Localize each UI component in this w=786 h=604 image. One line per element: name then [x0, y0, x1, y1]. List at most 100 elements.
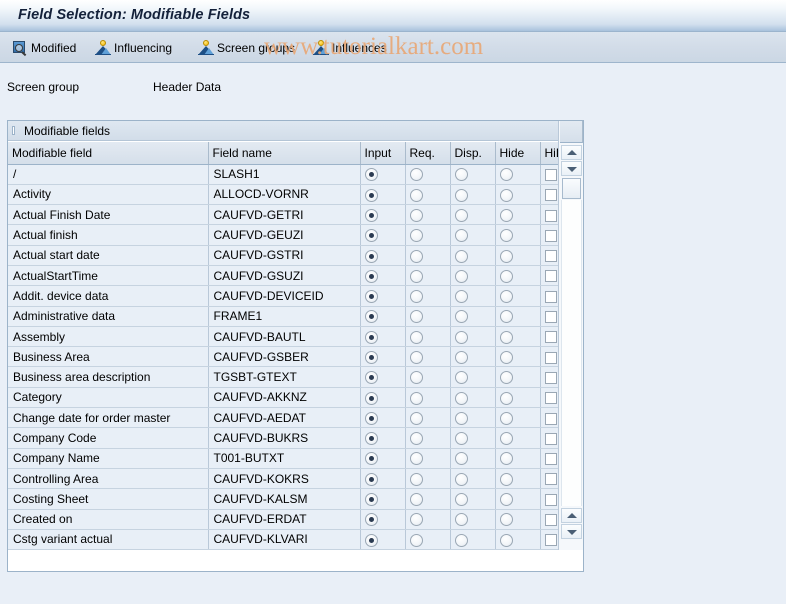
cell-req[interactable]	[405, 265, 451, 287]
cell-disp[interactable]	[450, 224, 496, 246]
radio-hide[interactable]	[499, 269, 513, 283]
table-row[interactable]: ActualStartTime CAUFVD-GSUZI	[8, 265, 579, 287]
table-row[interactable]: Controlling Area CAUFVD-KOKRS	[8, 468, 579, 490]
cell-disp[interactable]	[450, 427, 496, 449]
cell-hide[interactable]	[495, 245, 541, 266]
cell-disp[interactable]	[450, 306, 496, 327]
radio-hide[interactable]	[499, 452, 513, 466]
column-header-req[interactable]: Req.	[405, 142, 451, 165]
checkbox-hili[interactable]	[544, 168, 557, 181]
scroll-page-up-icon[interactable]	[561, 508, 582, 523]
radio-req[interactable]	[409, 208, 423, 222]
table-row[interactable]: Administrative data FRAME1	[8, 306, 579, 327]
checkbox-hili[interactable]	[544, 514, 557, 527]
cell-req[interactable]	[405, 387, 451, 409]
table-row[interactable]: Category CAUFVD-AKKNZ	[8, 387, 579, 409]
checkbox-hili[interactable]	[544, 453, 557, 466]
cell-req[interactable]	[405, 164, 451, 185]
cell-input[interactable]	[360, 346, 406, 368]
radio-disp[interactable]	[454, 411, 468, 425]
radio-input[interactable]	[364, 472, 378, 486]
cell-req[interactable]	[405, 529, 451, 551]
radio-req[interactable]	[409, 432, 423, 446]
cell-hide[interactable]	[495, 285, 541, 307]
cell-input[interactable]	[360, 265, 406, 287]
cell-req[interactable]	[405, 407, 451, 429]
cell-input[interactable]	[360, 224, 406, 246]
radio-req[interactable]	[409, 330, 423, 344]
radio-input[interactable]	[364, 188, 378, 202]
cell-input[interactable]	[360, 407, 406, 429]
cell-hide[interactable]	[495, 407, 541, 429]
cell-input[interactable]	[360, 529, 406, 551]
column-header-modifiable-field[interactable]: Modifiable field	[8, 142, 209, 165]
table-row[interactable]: Business area description TGSBT-GTEXT	[8, 366, 579, 388]
cell-disp[interactable]	[450, 265, 496, 287]
table-row[interactable]: Addit. device data CAUFVD-DEVICEID	[8, 285, 579, 307]
radio-input[interactable]	[364, 208, 378, 222]
radio-req[interactable]	[409, 533, 423, 547]
cell-disp[interactable]	[450, 448, 496, 469]
table-row[interactable]: Cstg variant actual CAUFVD-KLVARI	[8, 529, 579, 551]
cell-disp[interactable]	[450, 245, 496, 266]
scroll-up-icon[interactable]	[561, 145, 582, 160]
radio-req[interactable]	[409, 188, 423, 202]
cell-disp[interactable]	[450, 407, 496, 429]
radio-disp[interactable]	[454, 168, 468, 182]
radio-hide[interactable]	[499, 391, 513, 405]
table-row[interactable]: Business Area CAUFVD-GSBER	[8, 346, 579, 368]
cell-input[interactable]	[360, 387, 406, 409]
checkbox-hili[interactable]	[544, 331, 557, 344]
scroll-down-icon[interactable]	[561, 161, 582, 176]
radio-req[interactable]	[409, 452, 423, 466]
table-row[interactable]: Actual start date CAUFVD-GSTRI	[8, 245, 579, 266]
radio-hide[interactable]	[499, 229, 513, 243]
radio-req[interactable]	[409, 411, 423, 425]
radio-input[interactable]	[364, 493, 378, 507]
scrollbar-thumb[interactable]	[562, 178, 581, 199]
toolbar-button-screen-groups[interactable]: Screen groups	[196, 37, 297, 58]
table-row[interactable]: Actual finish CAUFVD-GEUZI	[8, 224, 579, 246]
cell-req[interactable]	[405, 509, 451, 530]
radio-input[interactable]	[364, 533, 378, 547]
radio-disp[interactable]	[454, 493, 468, 507]
radio-req[interactable]	[409, 350, 423, 364]
vertical-scrollbar[interactable]	[558, 121, 583, 550]
radio-disp[interactable]	[454, 208, 468, 222]
radio-input[interactable]	[364, 391, 378, 405]
radio-hide[interactable]	[499, 472, 513, 486]
cell-hide[interactable]	[495, 306, 541, 327]
cell-input[interactable]	[360, 204, 406, 226]
radio-disp[interactable]	[454, 249, 468, 263]
cell-disp[interactable]	[450, 529, 496, 551]
cell-disp[interactable]	[450, 204, 496, 226]
radio-hide[interactable]	[499, 208, 513, 222]
cell-req[interactable]	[405, 488, 451, 510]
radio-disp[interactable]	[454, 472, 468, 486]
cell-hide[interactable]	[495, 326, 541, 348]
radio-input[interactable]	[364, 229, 378, 243]
table-row[interactable]: Company Name T001-BUTXT	[8, 448, 579, 469]
checkbox-hili[interactable]	[544, 229, 557, 242]
cell-req[interactable]	[405, 224, 451, 246]
radio-input[interactable]	[364, 168, 378, 182]
radio-req[interactable]	[409, 371, 423, 385]
cell-disp[interactable]	[450, 387, 496, 409]
checkbox-hili[interactable]	[544, 432, 557, 445]
cell-input[interactable]	[360, 488, 406, 510]
cell-input[interactable]	[360, 245, 406, 266]
radio-disp[interactable]	[454, 188, 468, 202]
radio-req[interactable]	[409, 391, 423, 405]
column-header-disp[interactable]: Disp.	[450, 142, 496, 165]
radio-hide[interactable]	[499, 350, 513, 364]
cell-req[interactable]	[405, 448, 451, 469]
scrollbar-track[interactable]	[561, 200, 582, 506]
checkbox-hili[interactable]	[544, 493, 557, 506]
radio-input[interactable]	[364, 290, 378, 304]
column-header-hide[interactable]: Hide	[495, 142, 541, 165]
cell-input[interactable]	[360, 366, 406, 388]
radio-hide[interactable]	[499, 168, 513, 182]
radio-input[interactable]	[364, 411, 378, 425]
column-header-input[interactable]: Input	[360, 142, 406, 165]
cell-hide[interactable]	[495, 529, 541, 551]
